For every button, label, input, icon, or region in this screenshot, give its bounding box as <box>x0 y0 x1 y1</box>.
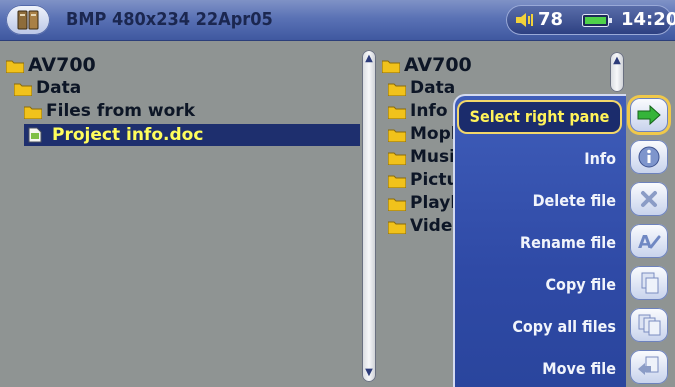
folder-icon <box>388 129 406 142</box>
info-icon[interactable] <box>630 140 668 174</box>
menu-item-select-right-pane[interactable]: Select right pane <box>459 102 620 132</box>
tree-item-project-info-doc[interactable]: Project info.doc <box>24 124 360 146</box>
tree-item-label: Pictu <box>410 170 459 190</box>
folder-icon <box>388 175 406 188</box>
status-area: 78 14:20 <box>506 5 675 35</box>
scroll-down-icon[interactable]: ▼ <box>362 366 376 380</box>
folder-icon <box>24 106 42 119</box>
left-pane-scrollbar[interactable]: ▲ ▼ <box>362 50 376 382</box>
tree-item-label: Data <box>36 78 82 98</box>
right-pane-scrollbar[interactable]: ▲ <box>610 52 624 92</box>
folder-icon <box>388 106 406 119</box>
tree-item-label: Musi <box>410 147 455 167</box>
window-title: BMP 480x234 22Apr05 <box>66 9 273 30</box>
move-file-icon[interactable] <box>630 350 668 384</box>
folder-icon <box>388 83 406 96</box>
tree-item-label: Vide <box>410 216 453 236</box>
tree-item-label: Project info.doc <box>52 125 204 145</box>
menu-item-copy-file[interactable]: Copy file <box>545 270 616 300</box>
menu-item-rename-file[interactable]: Rename file <box>520 228 616 258</box>
tree-item-label: AV700 <box>28 54 96 76</box>
scroll-up-icon[interactable]: ▲ <box>610 54 624 68</box>
menu-icon-column: A <box>626 94 675 385</box>
folder-icon <box>388 152 406 165</box>
battery-icon <box>582 14 612 27</box>
volume-icon <box>516 13 533 27</box>
tree-item-label: Data <box>410 78 456 98</box>
menu-item-info[interactable]: Info <box>584 144 616 174</box>
title-bar: BMP 480x234 22Apr05 78 14:20 <box>0 0 675 41</box>
tree-item-label: Info <box>410 101 448 121</box>
context-menu: Select right pane Info Delete file Renam… <box>453 94 626 387</box>
scroll-up-icon[interactable]: ▲ <box>362 52 376 66</box>
tree-item-label: Files from work <box>46 101 195 121</box>
folder-icon <box>14 83 32 96</box>
folder-icon <box>388 198 406 211</box>
copy-all-files-icon[interactable] <box>630 308 668 342</box>
rename-pen-icon[interactable]: A <box>630 224 668 258</box>
menu-item-delete-file[interactable]: Delete file <box>533 186 616 216</box>
volume-level: 78 <box>538 9 564 30</box>
folder-icon <box>388 221 406 234</box>
menu-item-move-file[interactable]: Move file <box>542 354 616 384</box>
book-icon[interactable] <box>6 5 50 35</box>
menu-item-copy-all-files[interactable]: Copy all files <box>512 312 616 342</box>
svg-text:A: A <box>638 232 652 253</box>
document-icon <box>28 127 42 143</box>
copy-file-icon[interactable] <box>630 266 668 300</box>
folder-icon <box>382 60 400 73</box>
delete-x-icon[interactable] <box>630 182 668 216</box>
green-arrows-icon[interactable] <box>630 98 668 132</box>
left-pane[interactable]: AV700 Data Files from work Project info.… <box>0 41 360 385</box>
folder-icon <box>6 60 24 73</box>
tree-item-label: AV700 <box>404 54 472 76</box>
clock: 14:20 <box>621 9 675 30</box>
tree-item-label: Playl <box>410 193 457 213</box>
